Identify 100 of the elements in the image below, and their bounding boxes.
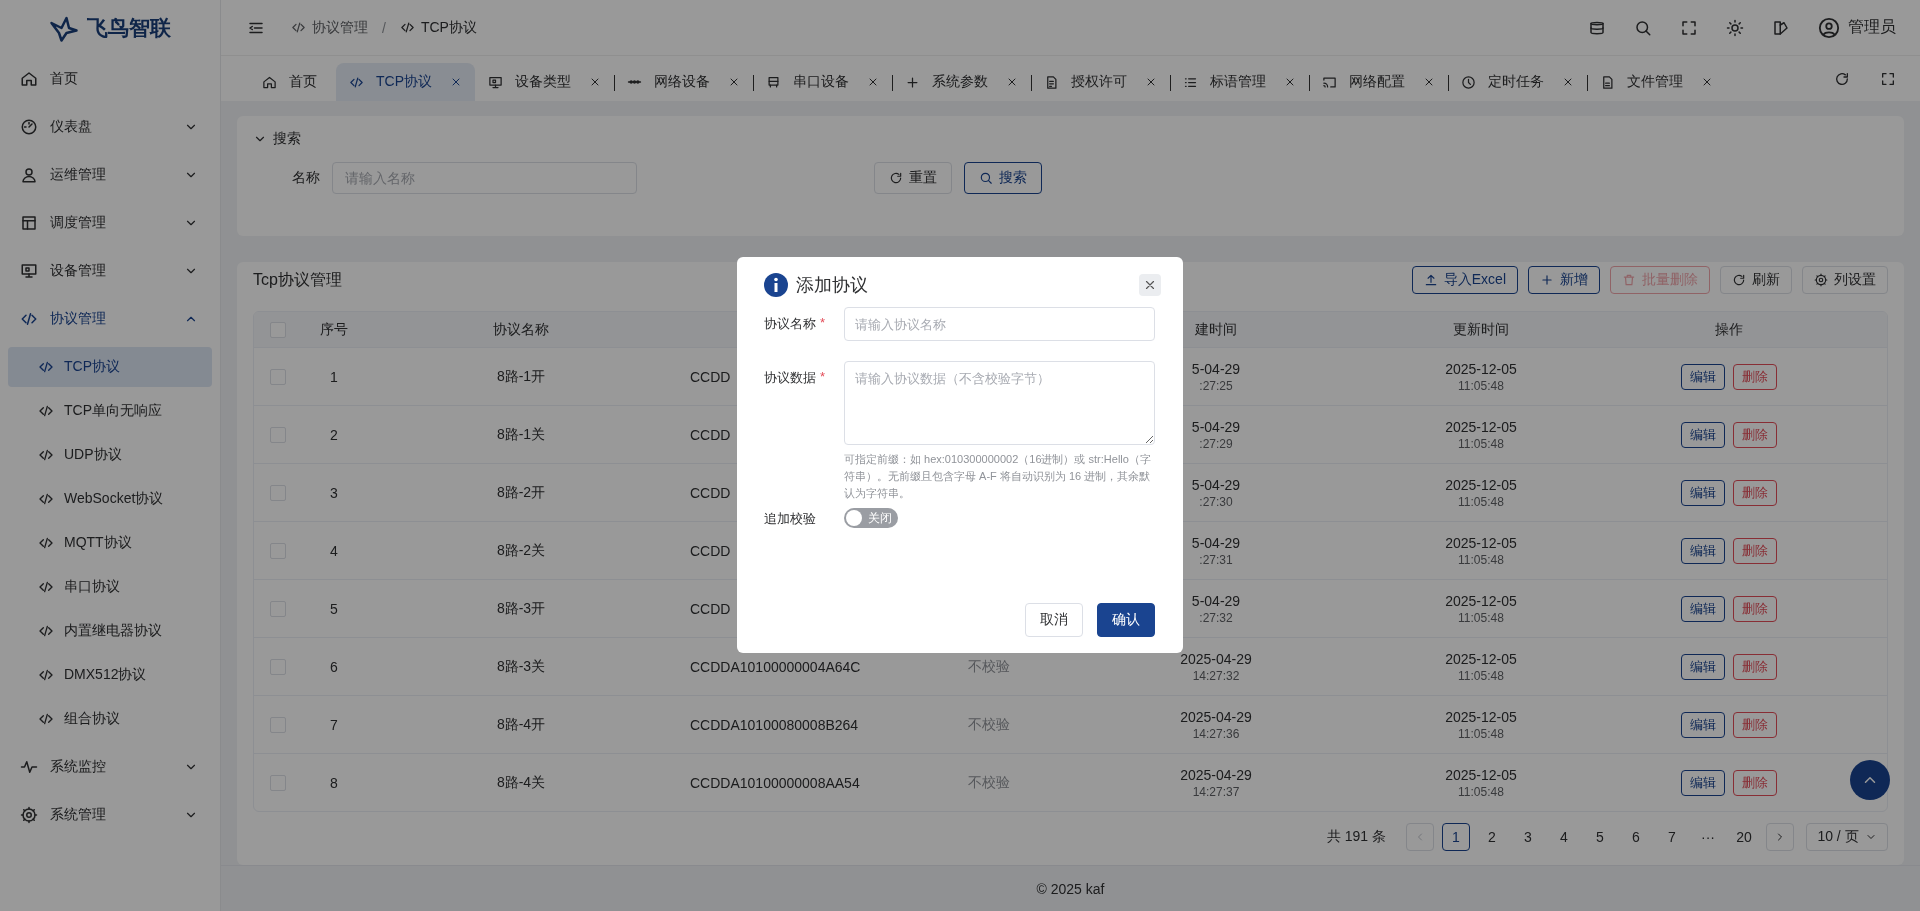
search-bar-button[interactable]: 重置 [874,162,952,194]
page-button[interactable]: 2 [1478,823,1506,851]
row-action-button[interactable]: 编辑 [1681,711,1725,738]
page-tab[interactable]: 系统参数 [892,63,1031,101]
field-label: 名称 [292,169,320,187]
sidebar-item[interactable]: 调度管理 [0,199,220,247]
person-icon [20,166,38,184]
table-cell: 不校验 [967,715,1010,734]
search-bar-button[interactable]: 搜索 [964,162,1042,194]
breadcrumb-item[interactable]: 协议管理 [312,18,368,37]
close-icon[interactable] [867,76,879,88]
fullscreen-icon[interactable] [1880,70,1896,87]
page-tab[interactable]: 设备类型 [475,63,614,101]
sidebar-subitem[interactable]: TCP协议 [8,347,212,387]
row-action-button[interactable]: 编辑 [1681,479,1725,506]
row-action-button[interactable]: 编辑 [1681,421,1725,448]
page-tab[interactable]: 定时任务 [1448,63,1587,101]
column-header: 序号 [320,320,348,339]
time-text: 11:05:48 [1458,552,1504,567]
user-avatar-icon[interactable] [1818,16,1840,39]
row-action-button[interactable]: 编辑 [1681,769,1725,796]
page-tab[interactable]: 文件管理 [1587,63,1726,101]
time-text: 11:05:48 [1458,668,1504,683]
row-action-button[interactable]: 删除 [1733,537,1777,564]
row-action-button[interactable]: 删除 [1733,769,1777,796]
row-action-button[interactable]: 删除 [1733,421,1777,448]
refresh-icon[interactable] [1834,70,1850,87]
page-size-select[interactable]: 10 / 页 [1806,823,1888,851]
dialog-button[interactable]: 取消 [1025,603,1083,637]
page-tab[interactable]: 网络设备 [614,63,753,101]
row-action-button[interactable]: 删除 [1733,363,1777,390]
close-icon[interactable] [1562,76,1574,88]
sidebar-subitem[interactable]: MQTT协议 [8,523,212,563]
row-action-button[interactable]: 编辑 [1681,363,1725,390]
time-text: 11:05:48 [1458,378,1504,393]
page-button[interactable]: 6 [1622,823,1650,851]
page-tab[interactable]: 首页 [249,63,336,101]
sidebar-subitem[interactable]: TCP单向无响应 [8,391,212,431]
table-cell: 8路-1关 [496,425,546,444]
toolbar-button[interactable]: 列设置 [1802,266,1888,294]
toolbar-button[interactable]: 导入Excel [1411,266,1518,294]
sidebar-item[interactable]: 系统监控 [0,743,220,791]
dialog-button[interactable]: 确认 [1097,603,1155,637]
sidebar-item[interactable]: 运维管理 [0,151,220,199]
close-icon[interactable] [450,76,462,88]
sidebar-item[interactable]: 首页 [0,55,220,103]
row-action-button[interactable]: 删除 [1733,595,1777,622]
page-button[interactable]: 1 [1442,823,1470,851]
sidebar-subitem[interactable]: DMX512协议 [8,655,212,695]
sidebar-item[interactable]: 协议管理 [0,295,220,343]
page-button[interactable]: ··· [1694,823,1722,851]
table-cell: CCDD [690,426,731,443]
page-tab[interactable]: 串口设备 [753,63,892,101]
house-icon [262,74,277,90]
sidebar-subitem[interactable]: 内置继电器协议 [8,611,212,651]
toolbar-button[interactable]: 刷新 [1720,266,1792,294]
search-toggle[interactable]: 搜索 [253,130,301,148]
breadcrumb-item[interactable]: TCP协议 [420,18,477,37]
sidebar-subitem[interactable]: 串口协议 [8,567,212,607]
table-cell: 5 [330,600,338,617]
row-action-button[interactable]: 编辑 [1681,653,1725,680]
sidebar-item[interactable]: 仪表盘 [0,103,220,151]
row-action-button[interactable]: 编辑 [1681,537,1725,564]
search-icon[interactable] [1634,18,1652,37]
close-icon[interactable] [1423,76,1435,88]
page-tab[interactable]: 网络配置 [1309,63,1448,101]
sun-icon[interactable] [1726,18,1744,37]
close-icon[interactable] [589,76,601,88]
fullscreen-icon[interactable] [1680,18,1698,37]
date-text: 2025-12-05 [1445,592,1517,609]
page-tab[interactable]: 授权许可 [1031,63,1170,101]
page-button[interactable]: 3 [1514,823,1542,851]
sidebar-subitem[interactable]: 组合协议 [8,699,212,739]
sidebar-subitem[interactable]: UDP协议 [8,435,212,475]
close-icon[interactable] [1284,76,1296,88]
page-tab[interactable]: TCP协议 [336,63,475,101]
page-button[interactable]: 20 [1730,823,1758,851]
close-icon[interactable] [1006,76,1018,88]
close-icon[interactable] [1145,76,1157,88]
page-tab[interactable]: 标语管理 [1170,63,1309,101]
code-icon [38,491,54,507]
row-action-button[interactable]: 删除 [1733,653,1777,680]
text-area[interactable]: 请输入协议数据（不含校验字节） [844,361,1155,445]
sidebar-item[interactable]: 设备管理 [0,247,220,295]
row-action-button[interactable]: 删除 [1733,711,1777,738]
dots-icon [627,80,642,84]
user-name[interactable]: 管理员 [1848,17,1896,38]
input-field[interactable]: 请输入协议名称 [844,307,1155,341]
sidebar-subitem[interactable]: WebSocket协议 [8,479,212,519]
row-action-button[interactable]: 删除 [1733,479,1777,506]
close-icon[interactable] [1701,76,1713,88]
toolbar-button[interactable]: 新增 [1528,266,1600,294]
close-icon[interactable] [728,76,740,88]
page-button[interactable]: 7 [1658,823,1686,851]
page-button[interactable]: 4 [1550,823,1578,851]
close-button[interactable] [1139,274,1161,296]
sidebar-item[interactable]: 系统管理 [0,791,220,839]
page-button[interactable]: 5 [1586,823,1614,851]
code-icon [38,359,54,375]
row-action-button[interactable]: 编辑 [1681,595,1725,622]
